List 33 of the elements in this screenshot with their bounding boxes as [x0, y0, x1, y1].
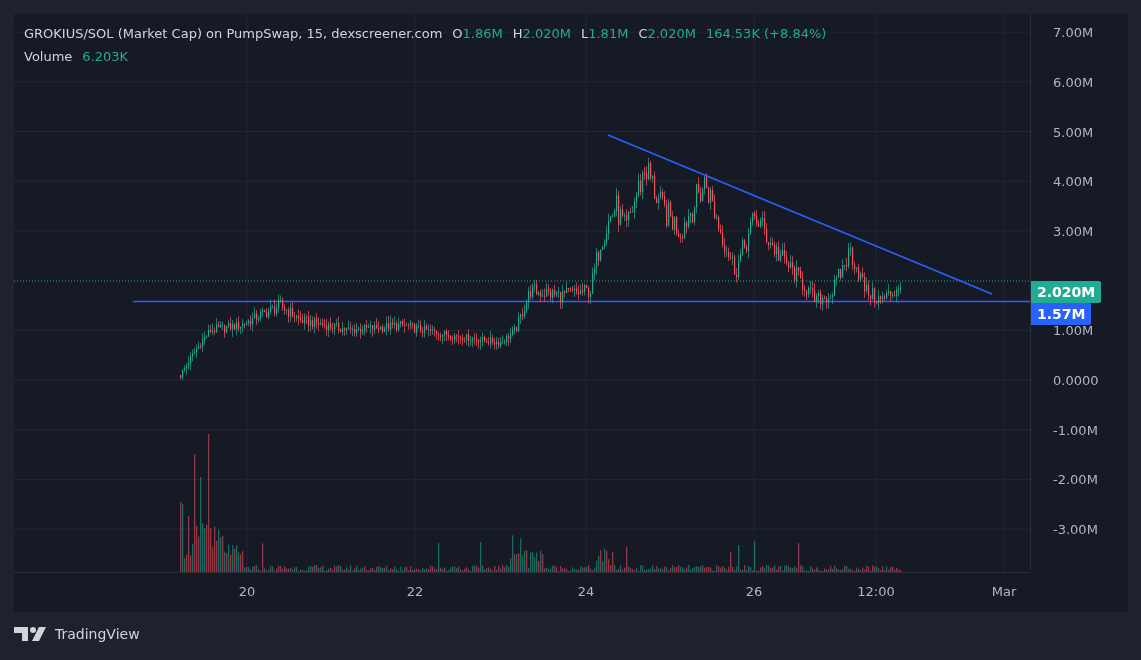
time-tick: 26 [745, 584, 763, 599]
volume-label: Volume [24, 48, 73, 66]
price-tick: -3.00M [1053, 521, 1098, 537]
price-tick: 6.00M [1053, 74, 1094, 90]
price-tick: 5.00M [1053, 124, 1094, 139]
ohlc-label: C [638, 25, 648, 43]
ohlc-label: L [580, 25, 589, 43]
price-tick: -1.00M [1053, 422, 1098, 438]
ohlc-value: 2.020M [647, 25, 696, 43]
support-line[interactable] [132, 300, 1030, 303]
chart-title: GROKIUS/SOL (Market Cap) on PumpSwap, 15, dexscreener.com [24, 25, 443, 43]
price-tick: 4.00M [1053, 173, 1094, 189]
ohlc-value: 2.020M [522, 25, 571, 43]
volume-value: 6.203K [82, 48, 129, 66]
time-tick: 20 [238, 584, 256, 599]
time-tick: Mar [991, 584, 1017, 599]
time-tick: 12:00 [857, 584, 895, 599]
ohlc-value: 1.86M [462, 25, 503, 43]
price-tick: -2.00M [1053, 471, 1098, 487]
price-label: 1.57M [1031, 303, 1092, 325]
time-tick: 22 [406, 584, 424, 599]
price-change: 164.53K (+8.84%) [705, 25, 827, 43]
time-tick: 24 [577, 584, 595, 599]
price-label: 2.020M [1031, 281, 1102, 303]
ohlc-label: H [512, 25, 523, 43]
price-tick: 1.00M [1053, 322, 1094, 338]
ohlc-label: O [452, 25, 463, 43]
price-tick: 3.00M [1053, 223, 1094, 239]
price-tick: 0.0000 [1053, 372, 1099, 388]
ohlc-value: 1.81M [588, 25, 629, 43]
resistance-trend-line[interactable] [607, 134, 993, 295]
brand-name[interactable]: TradingView [55, 626, 140, 642]
price-tick: 7.00M [1053, 24, 1094, 40]
